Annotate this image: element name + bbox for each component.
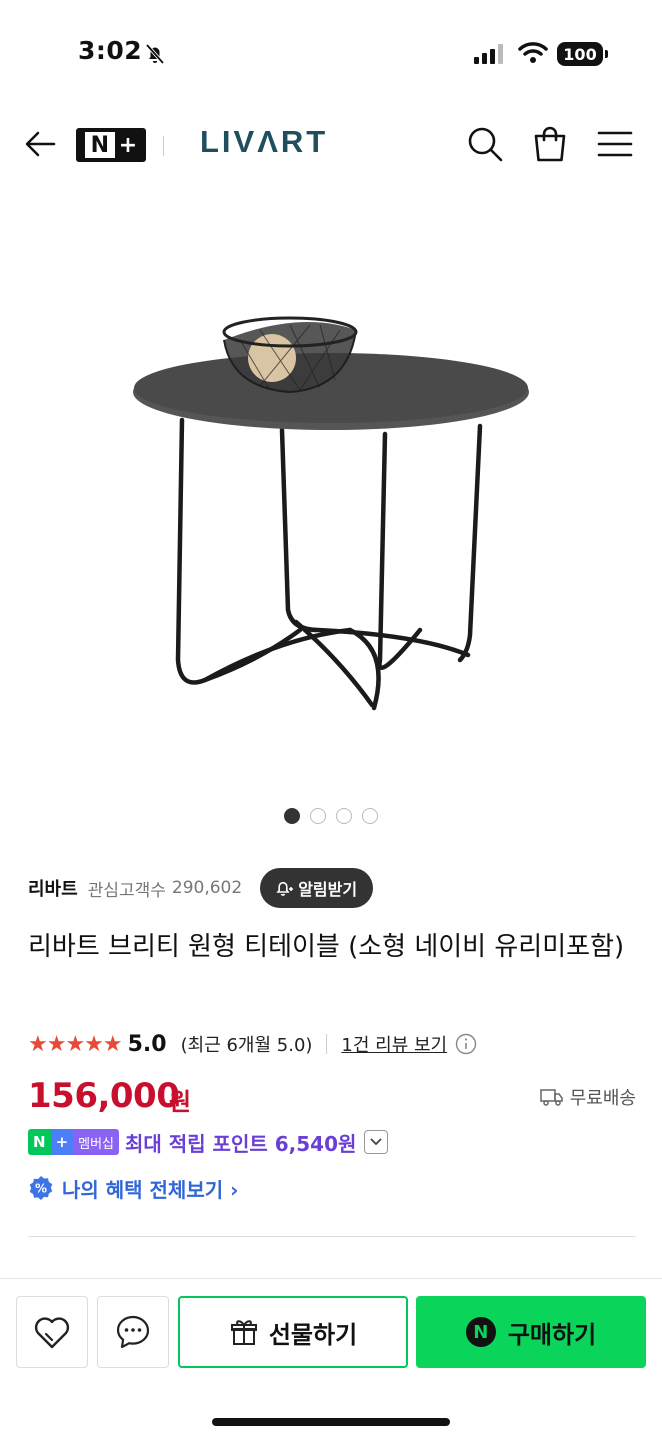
chevron-down-icon (370, 1138, 383, 1146)
top-navigation: N + LIVΛRT (0, 110, 662, 180)
max-points-text: 최대 적립 포인트 6,540원 (125, 1131, 357, 1156)
naver-n-icon: N (465, 1317, 496, 1347)
gift-button-label: 선물하기 (268, 1320, 358, 1349)
chat-button[interactable] (97, 1296, 169, 1368)
buy-button[interactable]: N 구매하기 (416, 1296, 646, 1368)
status-time: 3:02 (78, 36, 143, 65)
rating-stars: ★★★★★ (28, 1031, 123, 1057)
followers-count: 290,602 (171, 878, 243, 898)
nplus-logo-plus: + (118, 132, 138, 158)
rating-divider (326, 1034, 328, 1054)
bell-off-icon (145, 43, 165, 65)
my-benefits-link[interactable]: 나의 혜택 전체보기 › (62, 1174, 238, 1203)
membership-badge-n: N (28, 1129, 51, 1155)
home-indicator[interactable] (212, 1418, 450, 1426)
store-info-row: 리바트 관심고객수 290,602 알림받기 (28, 868, 648, 908)
delivery-truck-icon (540, 1089, 563, 1106)
recent-rating: (최근 6개월 5.0) (180, 1035, 313, 1056)
price-amount: 156,000 (28, 1076, 180, 1116)
carousel-dot-3[interactable] (336, 808, 352, 824)
points-expand-button[interactable] (364, 1130, 389, 1154)
shipping-info: 무료배송 (540, 1084, 636, 1110)
wifi-icon (518, 42, 548, 63)
cellular-signal-icon (474, 44, 503, 64)
purchase-action-bar: 선물하기 N 구매하기 (0, 1278, 662, 1440)
header-divider (163, 136, 164, 156)
price-unit: 원 (169, 1088, 192, 1116)
info-icon[interactable] (455, 1033, 477, 1055)
naver-plus-store-logo[interactable]: N + (76, 128, 146, 162)
heart-icon (34, 1317, 70, 1349)
membership-points-row[interactable]: N + 멤버십 최대 적립 포인트 6,540원 (28, 1128, 389, 1156)
discount-badge-icon: % (29, 1176, 53, 1200)
rating-row: ★★★★★ 5.0 (최근 6개월 5.0) 1건 리뷰 보기 (28, 1028, 477, 1060)
svg-text:%: % (35, 1182, 47, 1196)
followers-label: 관심고객수 (87, 880, 166, 901)
membership-badge-plus: + (50, 1129, 74, 1155)
carousel-dot-1[interactable] (284, 808, 300, 824)
wishlist-button[interactable] (16, 1296, 88, 1368)
product-title: 리바트 브리티 원형 티테이블 (소형 네이비 유리미포함) (28, 932, 625, 962)
shipping-label: 무료배송 (569, 1088, 636, 1109)
back-arrow-icon[interactable] (22, 126, 58, 162)
carousel-dot-4[interactable] (362, 808, 378, 824)
image-carousel-indicator[interactable] (0, 808, 662, 824)
gift-button[interactable]: 선물하기 (178, 1296, 408, 1368)
carousel-dot-2[interactable] (310, 808, 326, 824)
brand-logo[interactable]: LIVΛRT (200, 124, 328, 160)
gift-icon (230, 1320, 257, 1345)
battery-indicator: 100 (557, 42, 608, 66)
buy-button-label: 구매하기 (507, 1320, 597, 1349)
membership-badge-label: 멤버십 (73, 1129, 120, 1155)
product-image[interactable] (0, 190, 662, 790)
shopping-bag-icon[interactable] (530, 124, 570, 164)
hamburger-menu-icon[interactable] (596, 126, 634, 162)
store-name[interactable]: 리바트 (28, 875, 78, 901)
naver-membership-badge: N + 멤버십 (28, 1129, 120, 1155)
status-bar: 3:02 100 (0, 0, 662, 100)
chat-bubble-icon (116, 1315, 150, 1349)
search-icon[interactable] (465, 124, 505, 164)
nplus-logo-n: N (84, 132, 115, 158)
bell-plus-icon (276, 881, 294, 896)
benefits-row[interactable]: % 나의 혜택 전체보기 › (28, 1174, 238, 1202)
rating-score: 5.0 (127, 1031, 167, 1057)
review-link[interactable]: 1건 리뷰 보기 (341, 1031, 447, 1057)
notify-button[interactable]: 알림받기 (260, 868, 374, 908)
notify-button-label: 알림받기 (298, 880, 358, 899)
price-row: 156,000 원 무료배송 (28, 1076, 638, 1122)
section-divider (28, 1236, 636, 1237)
